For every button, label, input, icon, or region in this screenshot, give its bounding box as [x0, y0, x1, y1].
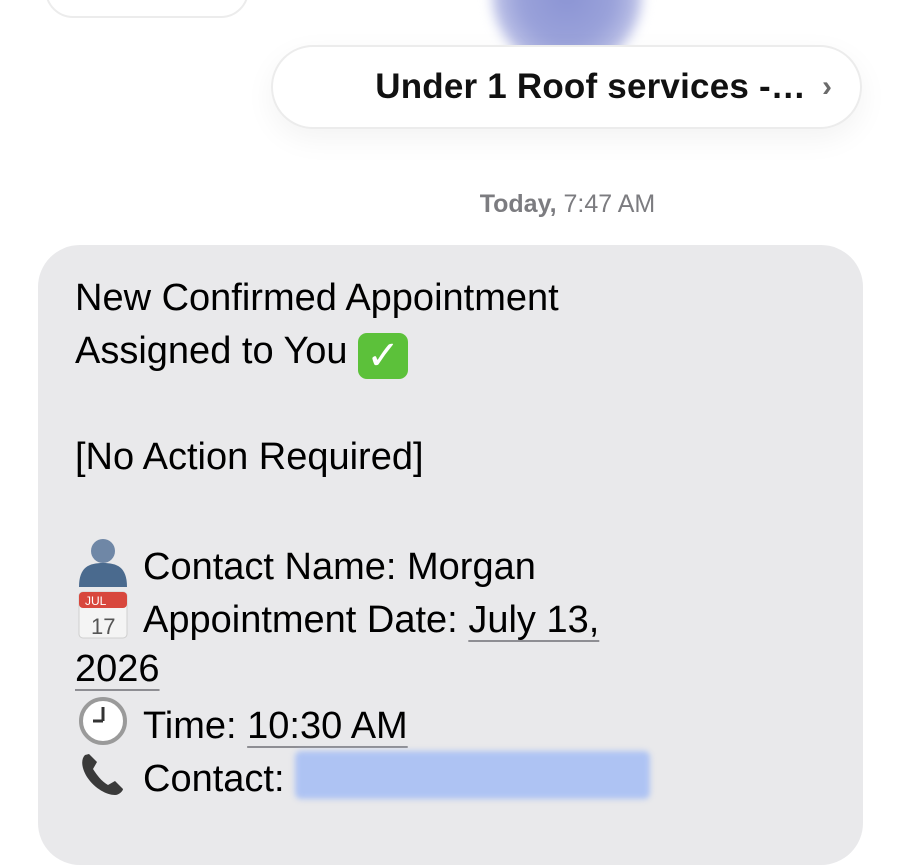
message-title-line-1: New Confirmed Appointment [75, 277, 559, 319]
time-link[interactable]: 10:30 AM [247, 705, 408, 747]
message-body: New Confirmed Appointment Assigned to Yo… [75, 272, 835, 802]
calendar-month: JUL [85, 594, 107, 608]
clock-icon [79, 697, 127, 745]
no-action-note: [No Action Required] [75, 436, 424, 478]
timestamp-time: 7:47 AM [563, 190, 656, 218]
contact-name-line: Contact Name: Morgan [75, 537, 835, 590]
phone-icon [82, 754, 123, 795]
contact-header-button[interactable]: Under 1 Roof services -… › [271, 45, 862, 129]
timestamp-day: Today, [479, 190, 557, 218]
time-label: Time: [143, 705, 248, 747]
time-line: Time: 10:30 AM [75, 696, 835, 749]
person-icon [79, 539, 127, 587]
contact-name: Under 1 Roof services -… [375, 67, 806, 106]
previous-message-pill[interactable] [45, 0, 249, 18]
message-title-text: Assigned to You [75, 330, 348, 372]
check-mark-icon: ✓ [358, 333, 409, 379]
contact-name-text: Contact Name: Morgan [143, 546, 536, 588]
calendar-icon: JUL 17 [78, 591, 128, 639]
appointment-year-link[interactable]: 2026 [75, 648, 160, 690]
appointment-date-line: JUL 17 Appointment Date: July 13, [75, 590, 835, 643]
appointment-date-label: Appointment Date: [143, 599, 469, 641]
redacted-phone-number[interactable] [295, 751, 651, 799]
appointment-year-line: 2026 [75, 643, 835, 696]
message-title-line-2: Assigned to You ✓ [75, 325, 835, 379]
phone-label: Contact: [143, 758, 296, 800]
message-timestamp: Today, 7:47 AM [0, 190, 900, 219]
chevron-right-icon: › [822, 70, 832, 103]
appointment-date-link[interactable]: July 13, [468, 599, 599, 641]
phone-line: Contact: [75, 749, 835, 802]
calendar-day: 17 [91, 614, 115, 639]
